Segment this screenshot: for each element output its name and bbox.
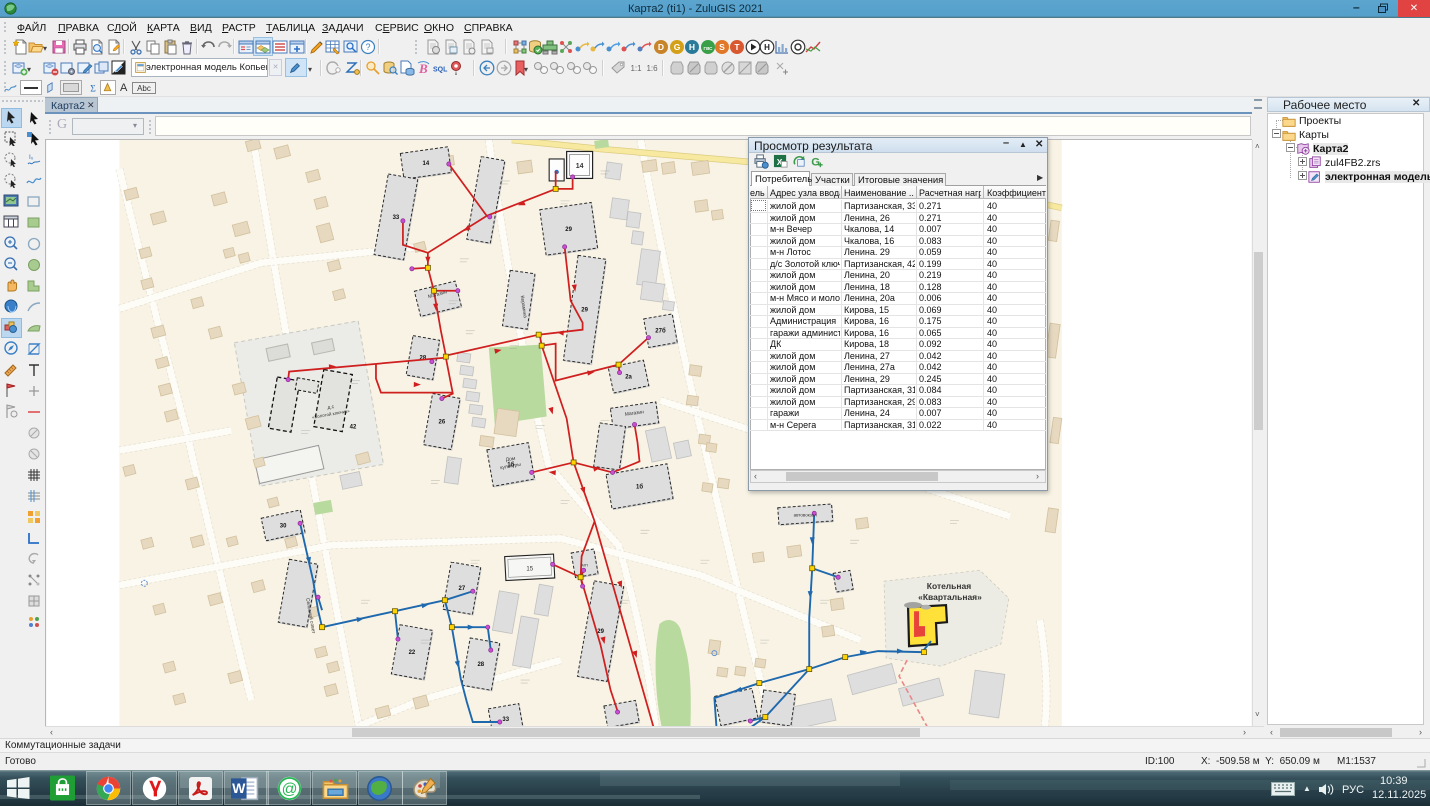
svg-text:14: 14 — [576, 163, 584, 170]
svg-text:@: @ — [282, 781, 298, 798]
svg-text:SQL: SQL — [433, 67, 448, 74]
svg-text:29: 29 — [581, 308, 588, 314]
svg-text:27: 27 — [458, 586, 465, 592]
svg-text:МП: МП — [582, 562, 588, 567]
svg-text:S: S — [719, 42, 725, 52]
svg-text:22: 22 — [409, 650, 416, 656]
svg-text:28: 28 — [477, 662, 484, 668]
svg-text:27б: 27б — [655, 328, 666, 335]
svg-text:I₀: I₀ — [29, 154, 34, 161]
svg-text:33: 33 — [502, 717, 509, 723]
svg-text:G: G — [674, 42, 681, 52]
svg-text:29: 29 — [565, 227, 572, 233]
svg-text:T: T — [734, 42, 740, 52]
svg-text:?: ? — [365, 42, 370, 52]
svg-text:автовокзал: автовокзал — [794, 512, 818, 517]
svg-text:Σ: Σ — [90, 84, 96, 95]
svg-text:«Квартальная»: «Квартальная» — [918, 592, 982, 602]
svg-text:42: 42 — [350, 425, 357, 431]
svg-text:1б: 1б — [636, 483, 643, 490]
svg-text:G: G — [811, 156, 820, 168]
svg-text:29: 29 — [597, 629, 604, 635]
svg-text:14: 14 — [423, 161, 430, 167]
svg-text:33: 33 — [393, 215, 400, 221]
svg-text:2а: 2а — [625, 375, 632, 381]
svg-text:1:6: 1:6 — [646, 64, 658, 73]
svg-text:H: H — [764, 43, 770, 52]
svg-text:Котельная: Котельная — [927, 581, 971, 591]
svg-text:1:1: 1:1 — [630, 64, 642, 73]
svg-text:W: W — [232, 780, 246, 796]
svg-text:ГВС: ГВС — [704, 46, 714, 51]
svg-text:30: 30 — [280, 523, 287, 529]
svg-text:26: 26 — [439, 420, 446, 426]
svg-text:D: D — [658, 42, 664, 52]
svg-text:B: B — [418, 61, 428, 76]
svg-text:15: 15 — [526, 566, 533, 572]
svg-text:H: H — [689, 42, 695, 52]
